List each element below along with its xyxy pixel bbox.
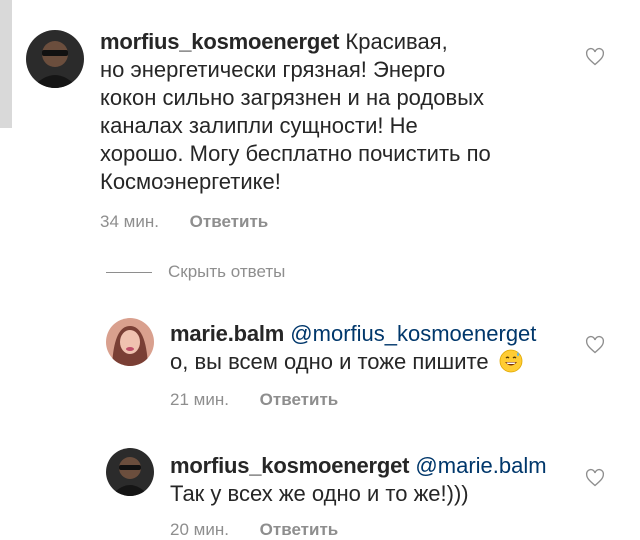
comment-text-line: Красивая,	[345, 29, 448, 54]
reply-username[interactable]: morfius_kosmoenerget	[170, 453, 409, 478]
reply-text: Так у всех же одно и то же!)))	[170, 481, 469, 506]
comment-text-line: каналах залипли сущности! Не	[100, 113, 418, 138]
mention-link[interactable]: @marie.balm	[415, 453, 546, 478]
heart-icon[interactable]	[585, 335, 605, 355]
reply-timestamp: 20 мин.	[170, 520, 229, 539]
heart-icon[interactable]	[585, 47, 605, 67]
avatar[interactable]	[106, 318, 154, 366]
avatar[interactable]	[26, 30, 84, 88]
hide-replies-button[interactable]: Скрыть ответы	[106, 262, 285, 282]
screen-edge-strip	[0, 0, 12, 128]
reply-button[interactable]: Ответить	[260, 390, 339, 409]
reply-button[interactable]: Ответить	[190, 212, 269, 231]
comment-timestamp: 34 мин.	[100, 212, 159, 231]
divider-line	[106, 271, 152, 273]
reply-text: о, вы всем одно и тоже пишите	[170, 349, 489, 374]
reply-timestamp: 21 мин.	[170, 390, 229, 409]
hide-replies-label: Скрыть ответы	[168, 262, 286, 281]
reply-username[interactable]: marie.balm	[170, 321, 284, 346]
grinning-sweat-emoji-icon	[499, 349, 523, 373]
comment-text-line: кокон сильно загрязнен и на родовых	[100, 85, 485, 110]
comment-text-line: Космоэнергетике!	[100, 169, 281, 194]
avatar[interactable]	[106, 448, 154, 496]
comment-text-line: но энергетически грязная! Энерго	[100, 57, 446, 82]
comment-text-line: хорошо. Могу бесплатно почистить по	[100, 141, 491, 166]
heart-icon[interactable]	[585, 468, 605, 488]
reply-button[interactable]: Ответить	[260, 520, 339, 539]
comment-username[interactable]: morfius_kosmoenerget	[100, 29, 339, 54]
mention-link[interactable]: @morfius_kosmoenerget	[290, 321, 536, 346]
